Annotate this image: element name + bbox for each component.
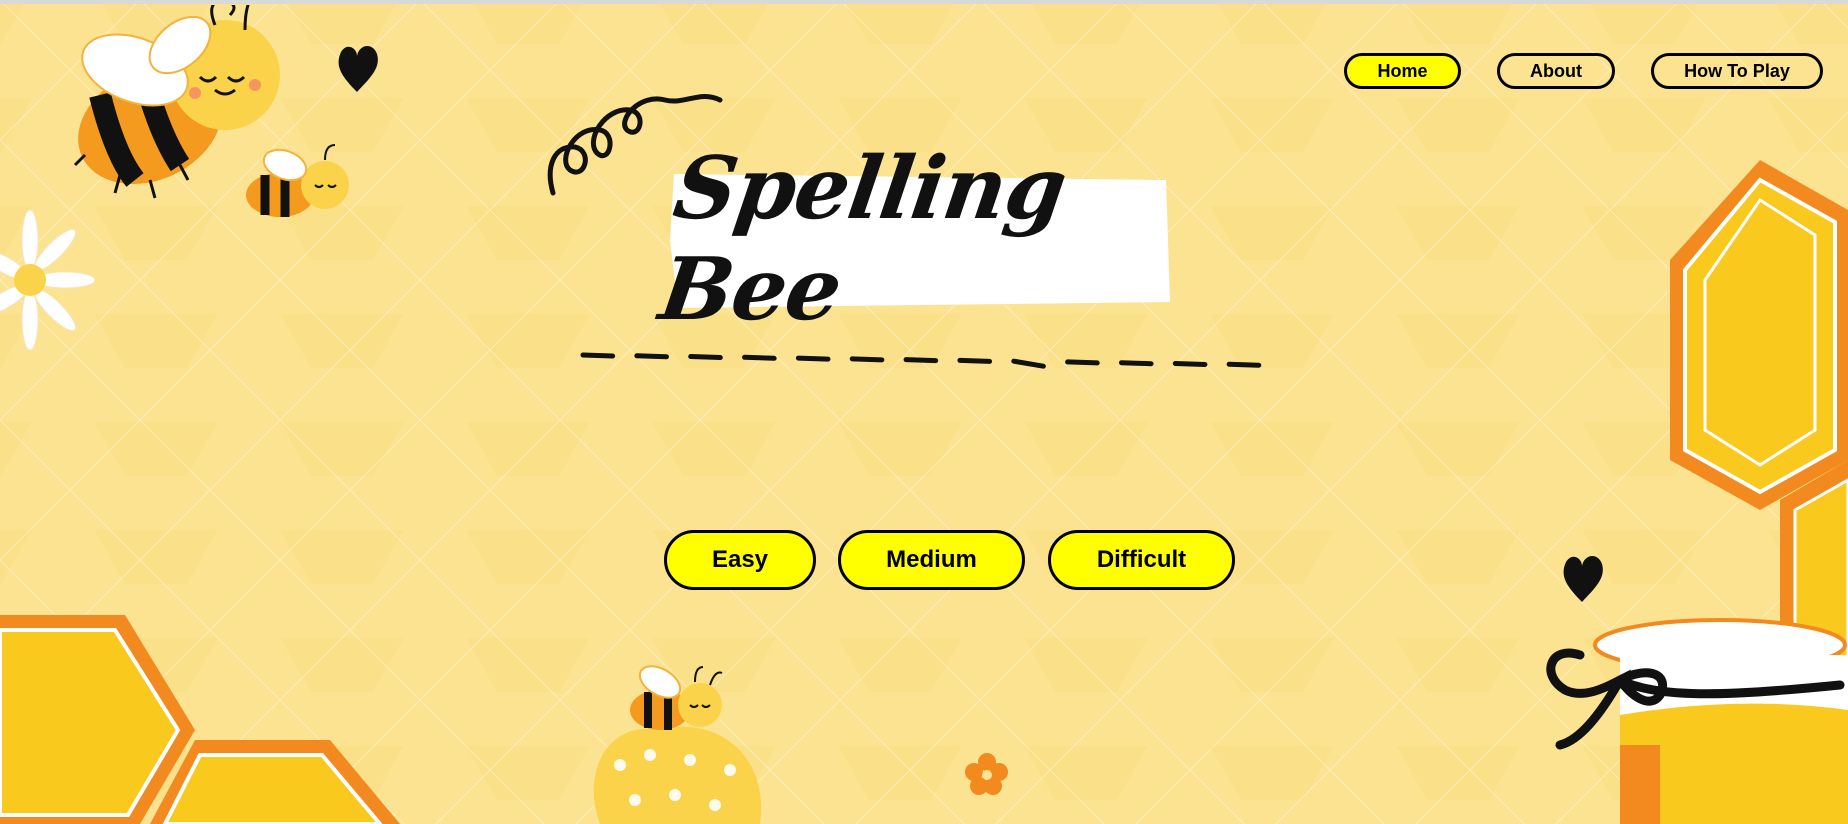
word-slot — [903, 357, 939, 364]
heart-icon — [1563, 555, 1603, 602]
flower-icon — [965, 753, 1008, 795]
honey-jar-icon — [1546, 618, 1848, 824]
word-slot — [1011, 358, 1046, 369]
nav-home-button[interactable]: Home — [1344, 53, 1461, 89]
word-slot — [849, 356, 885, 363]
word-slot — [1065, 359, 1100, 366]
easy-button[interactable]: Easy — [664, 530, 816, 590]
word-slot — [688, 354, 723, 361]
nav-about-button[interactable]: About — [1497, 53, 1615, 89]
bee-icon — [246, 144, 349, 217]
window-top-border — [0, 0, 1848, 4]
word-slots — [580, 352, 1262, 369]
medium-button[interactable]: Medium — [838, 530, 1025, 590]
nav-how-to-play-button[interactable]: How To Play — [1651, 53, 1823, 89]
title-card: Spelling Bee — [654, 138, 1170, 340]
word-slot — [742, 354, 777, 361]
honeycomb-icon — [0, 615, 400, 824]
daisy-icon — [0, 209, 95, 351]
word-slot — [1172, 360, 1208, 367]
word-slot — [1118, 360, 1154, 367]
word-slot — [957, 357, 993, 364]
word-slot — [580, 352, 616, 359]
word-slot — [795, 355, 831, 362]
bee-icon — [593, 665, 762, 824]
heart-icon — [338, 45, 378, 92]
word-slot — [1226, 361, 1262, 368]
word-slot — [634, 353, 669, 360]
difficult-button[interactable]: Difficult — [1048, 530, 1235, 590]
page-title: Spelling Bee — [653, 138, 1072, 340]
